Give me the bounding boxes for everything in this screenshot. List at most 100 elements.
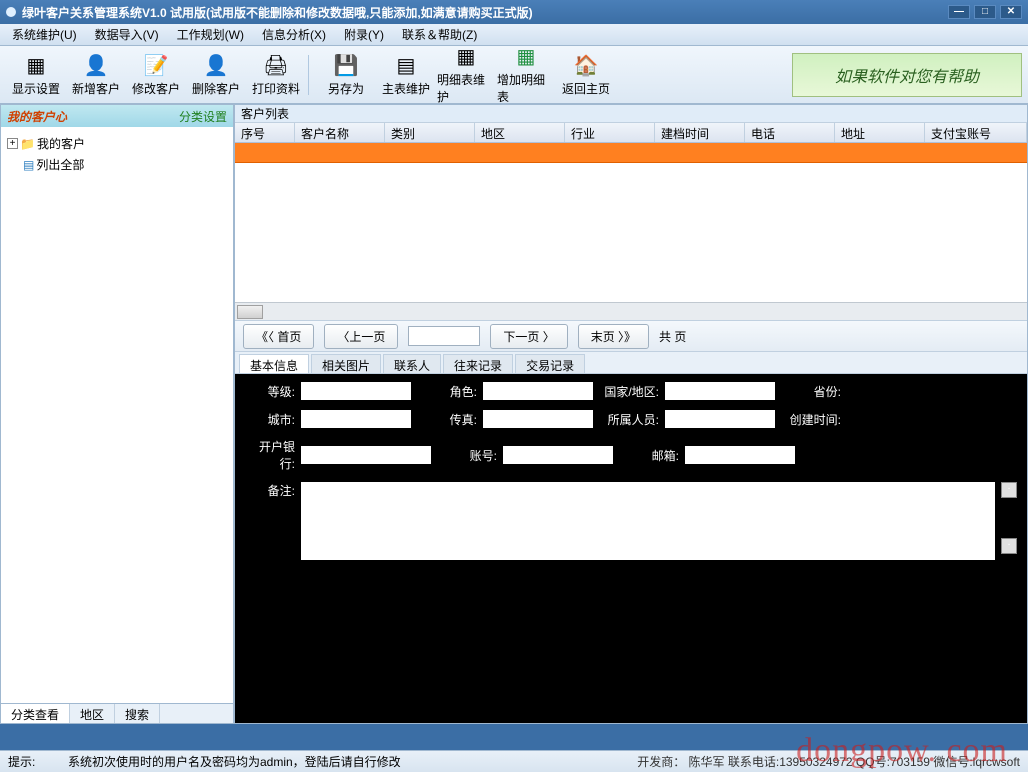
tab-search[interactable]: 搜索 — [115, 704, 160, 723]
status-message: 系统初次使用时的用户名及密码均为admin，登陆后请自行修改 — [68, 753, 637, 770]
pager: 《〈 首页 〈上一页 下一页 〉 末页 〉》 共 页 — [235, 320, 1027, 352]
menu-appendix[interactable]: 附录(Y) — [340, 24, 388, 45]
home-button[interactable]: 🏠返回主页 — [556, 50, 616, 100]
level-label: 等级: — [245, 383, 295, 400]
scroll-thumb[interactable] — [237, 305, 263, 319]
col-seq[interactable]: 序号 — [235, 123, 295, 142]
bank-label: 开户银行: — [245, 438, 295, 472]
menu-bar: 系统维护(U) 数据导入(V) 工作规划(W) 信息分析(X) 附录(Y) 联系… — [0, 24, 1028, 46]
edit-customer-button[interactable]: 📝修改客户 — [126, 50, 186, 100]
tab-images[interactable]: 相关图片 — [311, 354, 381, 373]
email-field[interactable] — [685, 446, 795, 464]
region-field[interactable] — [665, 382, 775, 400]
category-settings-link[interactable]: 分类设置 — [179, 108, 227, 125]
save-as-button[interactable]: 💾另存为 — [316, 50, 376, 100]
tab-history[interactable]: 往来记录 — [443, 354, 513, 373]
add-detail-button[interactable]: ▦增加明细表 — [496, 50, 556, 100]
display-settings-button[interactable]: ▦显示设置 — [6, 50, 66, 100]
menu-system[interactable]: 系统维护(U) — [8, 24, 81, 45]
separator — [308, 55, 314, 95]
region-label: 国家/地区: — [599, 383, 659, 400]
page-input[interactable] — [408, 326, 480, 346]
table2-icon: ▦ — [452, 44, 480, 69]
col-type[interactable]: 类别 — [385, 123, 475, 142]
col-createtime[interactable]: 建档时间 — [655, 123, 745, 142]
last-page-button[interactable]: 末页 〉》 — [578, 324, 649, 349]
app-icon — [6, 7, 16, 17]
detail-tabs: 基本信息 相关图片 联系人 往来记录 交易记录 — [235, 352, 1027, 374]
sidebar-title: 我的客户心 — [7, 108, 67, 125]
next-page-button[interactable]: 下一页 〉 — [490, 324, 567, 349]
city-label: 城市: — [245, 411, 295, 428]
maximize-button[interactable]: □ — [974, 5, 996, 19]
detail-panel: 等级: 角色: 国家/地区: 省份: 城市: 传真: 所属人员: 创建时间: 开… — [235, 374, 1027, 584]
email-label: 邮箱: — [619, 447, 679, 464]
horizontal-scrollbar[interactable] — [235, 302, 1027, 320]
content: 客户列表 序号 客户名称 类别 地区 行业 建档时间 电话 地址 支付宝账号 《… — [234, 104, 1028, 724]
tab-basic[interactable]: 基本信息 — [239, 354, 309, 373]
acct-label: 账号: — [437, 447, 497, 464]
table-icon: ▤ — [392, 52, 420, 78]
menu-help[interactable]: 联系＆帮助(Z) — [398, 24, 481, 45]
acct-field[interactable] — [503, 446, 613, 464]
selected-row[interactable] — [235, 143, 1027, 163]
home-icon: 🏠 — [572, 52, 600, 78]
level-field[interactable] — [301, 382, 411, 400]
sidebar: 我的客户心 分类设置 + 📁 我的客户 ▤ 列出全部 分类查看 地区 搜索 — [0, 104, 234, 724]
minimize-button[interactable]: ― — [948, 5, 970, 19]
spin-down-button[interactable]: · — [1001, 538, 1017, 554]
banner: 如果软件对您有帮助 — [792, 53, 1022, 97]
col-industry[interactable]: 行业 — [565, 123, 655, 142]
delete-customer-button[interactable]: 👤删除客户 — [186, 50, 246, 100]
detail-table-button[interactable]: ▦明细表维护 — [436, 50, 496, 100]
tab-contacts[interactable]: 联系人 — [383, 354, 441, 373]
grid-icon: ▦ — [22, 52, 50, 78]
list-title: 客户列表 — [235, 105, 1027, 123]
add-customer-button[interactable]: 👤新增客户 — [66, 50, 126, 100]
col-alipay[interactable]: 支付宝账号 — [925, 123, 1027, 142]
menu-analysis[interactable]: 信息分析(X) — [258, 24, 330, 45]
toolbar: ▦显示设置 👤新增客户 📝修改客户 👤删除客户 🖨打印资料 💾另存为 ▤主表维护… — [0, 46, 1028, 104]
expand-icon[interactable]: + — [7, 138, 18, 149]
table-plus-icon: ▦ — [512, 44, 540, 69]
fax-field[interactable] — [483, 410, 593, 428]
status-hint-label: 提示: — [8, 753, 68, 770]
edit-icon: 📝 — [142, 52, 170, 78]
menu-import[interactable]: 数据导入(V) — [91, 24, 163, 45]
prov-label: 省份: — [781, 383, 841, 400]
tab-region[interactable]: 地区 — [70, 704, 115, 723]
role-field[interactable] — [483, 382, 593, 400]
tab-trade[interactable]: 交易记录 — [515, 354, 585, 373]
role-label: 角色: — [417, 383, 477, 400]
city-field[interactable] — [301, 410, 411, 428]
status-bar: 提示: 系统初次使用时的用户名及密码均为admin，登陆后请自行修改 开发商： … — [0, 750, 1028, 772]
col-region[interactable]: 地区 — [475, 123, 565, 142]
tree-node-mycustomers[interactable]: + 📁 我的客户 — [7, 133, 227, 154]
grid-body[interactable] — [235, 163, 1027, 302]
prev-page-button[interactable]: 〈上一页 — [324, 324, 398, 349]
remark-label: 备注: — [245, 482, 295, 560]
tab-category[interactable]: 分类查看 — [1, 704, 70, 723]
main-table-button[interactable]: ▤主表维护 — [376, 50, 436, 100]
ctime-label: 创建时间: — [781, 411, 841, 428]
page-total: 共 页 — [659, 328, 686, 345]
user-delete-icon: 👤 — [202, 52, 230, 78]
user-plus-icon: 👤 — [82, 52, 110, 78]
spin-up-button[interactable]: · — [1001, 482, 1017, 498]
menu-plan[interactable]: 工作规划(W) — [173, 24, 248, 45]
staff-label: 所属人员: — [599, 411, 659, 428]
bank-field[interactable] — [301, 446, 431, 464]
staff-field[interactable] — [665, 410, 775, 428]
tree: + 📁 我的客户 ▤ 列出全部 — [1, 127, 233, 703]
col-name[interactable]: 客户名称 — [295, 123, 385, 142]
print-button[interactable]: 🖨打印资料 — [246, 50, 306, 100]
col-address[interactable]: 地址 — [835, 123, 925, 142]
detail-spacer — [235, 584, 1027, 723]
remark-field[interactable] — [301, 482, 995, 560]
tree-node-listall[interactable]: ▤ 列出全部 — [7, 154, 227, 175]
sidebar-header: 我的客户心 分类设置 — [1, 105, 233, 127]
col-phone[interactable]: 电话 — [745, 123, 835, 142]
first-page-button[interactable]: 《〈 首页 — [243, 324, 314, 349]
fax-label: 传真: — [417, 411, 477, 428]
close-button[interactable]: ✕ — [1000, 5, 1022, 19]
